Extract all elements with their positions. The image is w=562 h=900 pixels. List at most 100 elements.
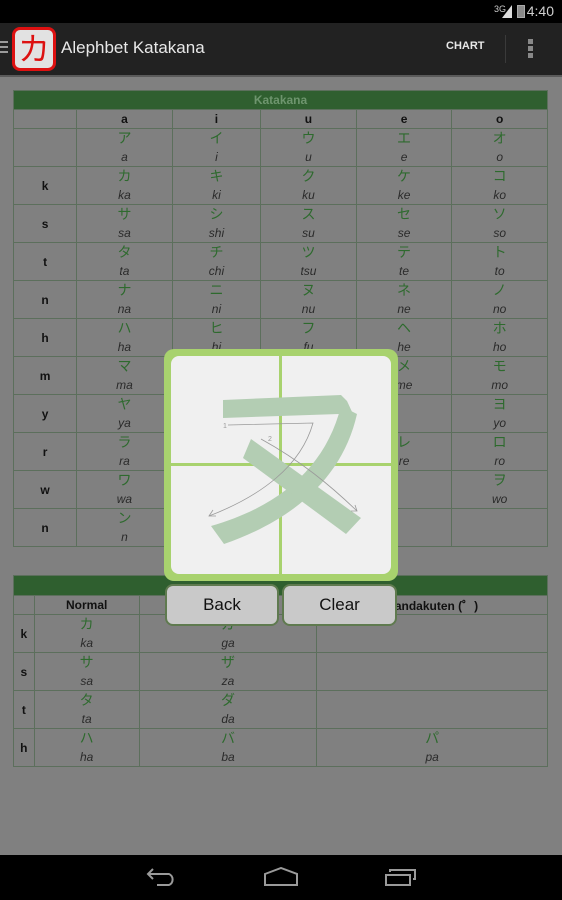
app-logo[interactable]: カ bbox=[12, 27, 56, 71]
kana-cell[interactable]: カ ka bbox=[76, 166, 173, 205]
table-row: t タ ta ダ da bbox=[13, 690, 548, 729]
table-row: t タ ta チ chi ツ tsu テ te ト to bbox=[12, 242, 548, 281]
table-row: h ハ ha バ ba パ pa bbox=[13, 728, 548, 767]
kana-cell[interactable]: コ ko bbox=[451, 166, 548, 205]
chart-button[interactable]: CHART bbox=[446, 40, 485, 52]
romaji-label: wo bbox=[492, 491, 508, 506]
kana-cell[interactable]: タ ta bbox=[76, 242, 173, 281]
kana-cell[interactable]: ワ wa bbox=[76, 470, 173, 509]
empty-cell bbox=[451, 508, 548, 547]
kana-cell[interactable]: アa bbox=[76, 128, 173, 167]
kana-cell[interactable]: シ shi bbox=[171, 204, 262, 243]
kana-cell[interactable]: ヌ nu bbox=[260, 280, 357, 319]
kana-cell[interactable]: ニ ni bbox=[171, 280, 262, 319]
romaji-label: ga bbox=[221, 635, 235, 650]
kana-cell[interactable]: ザ za bbox=[138, 652, 318, 691]
kana-glyph: ハ bbox=[117, 320, 132, 337]
kana-cell[interactable]: ナ na bbox=[76, 280, 173, 319]
kana-glyph: フ bbox=[301, 320, 316, 337]
kana-cell[interactable]: ス su bbox=[260, 204, 357, 243]
recents-icon[interactable] bbox=[384, 867, 418, 887]
kana-cell[interactable]: オo bbox=[451, 128, 548, 167]
kana-glyph: オ bbox=[492, 130, 507, 147]
kana-cell[interactable]: サ sa bbox=[33, 652, 140, 691]
kana-glyph: タ bbox=[117, 244, 132, 261]
row-header: s bbox=[12, 204, 78, 243]
kana-cell[interactable]: ロ ro bbox=[451, 432, 548, 471]
kana-cell[interactable]: ラ ra bbox=[76, 432, 173, 471]
home-icon[interactable] bbox=[263, 867, 299, 887]
kana-glyph: ニ bbox=[209, 282, 224, 299]
romaji-label: nu bbox=[301, 301, 316, 316]
kana-cell[interactable]: ト to bbox=[451, 242, 548, 281]
kana-cell[interactable]: バ ba bbox=[138, 728, 318, 767]
kana-cell[interactable]: ソ so bbox=[451, 204, 548, 243]
kana-cell[interactable]: ノ no bbox=[451, 280, 548, 319]
table-row: s サ sa ザ za bbox=[13, 652, 548, 691]
column-header bbox=[13, 595, 35, 615]
kana-glyph: イ bbox=[209, 130, 224, 147]
clear-button[interactable]: Clear bbox=[282, 584, 397, 626]
back-button[interactable]: Back bbox=[165, 584, 279, 626]
romaji-label: su bbox=[302, 225, 315, 240]
kana-glyph: ヲ bbox=[492, 472, 507, 489]
row-header: h bbox=[12, 318, 78, 357]
empty-cell bbox=[316, 690, 548, 729]
kana-glyph: カ bbox=[117, 168, 132, 185]
kana-cell[interactable]: モ mo bbox=[451, 356, 548, 395]
kana-cell[interactable]: ウu bbox=[260, 128, 357, 167]
kana-cell[interactable]: キ ki bbox=[171, 166, 262, 205]
romaji-label: no bbox=[492, 301, 507, 316]
kana-cell[interactable]: パ pa bbox=[316, 728, 548, 767]
kana-glyph: ス bbox=[301, 206, 316, 223]
overflow-menu-icon[interactable] bbox=[528, 39, 534, 59]
kana-glyph: ア bbox=[117, 130, 132, 147]
row-header: n bbox=[12, 280, 78, 319]
kana-cell[interactable]: ダ da bbox=[138, 690, 318, 729]
kana-cell[interactable]: ンn bbox=[76, 508, 173, 547]
row-header: w bbox=[12, 470, 78, 509]
kana-cell[interactable]: ヨ yo bbox=[451, 394, 548, 433]
table-title: Katakana bbox=[13, 90, 548, 110]
kana-cell[interactable]: イi bbox=[171, 128, 262, 167]
kana-glyph: ソ bbox=[492, 206, 507, 223]
romaji-label: e bbox=[400, 149, 408, 164]
table-row: アaイiウuエeオo bbox=[12, 128, 548, 167]
drawing-canvas[interactable]: 1 2 bbox=[171, 356, 391, 574]
kana-cell[interactable]: ハ ha bbox=[76, 318, 173, 357]
romaji-label: te bbox=[399, 263, 410, 278]
romaji-label: tsu bbox=[300, 263, 317, 278]
table-row: k カ ka キ ki ク ku ケ ke コ ko bbox=[12, 166, 548, 205]
kana-cell[interactable]: ツ tsu bbox=[260, 242, 357, 281]
row-header: r bbox=[12, 432, 78, 471]
kana-cell[interactable]: カ ka bbox=[33, 614, 140, 653]
kana-cell[interactable]: ヲ wo bbox=[451, 470, 548, 509]
kana-glyph: タ bbox=[79, 692, 94, 709]
kana-cell[interactable]: タ ta bbox=[33, 690, 140, 729]
kana-cell[interactable]: ヤ ya bbox=[76, 394, 173, 433]
kana-cell[interactable]: チ chi bbox=[171, 242, 262, 281]
kana-cell[interactable]: ケ ke bbox=[355, 166, 453, 205]
row-header: n bbox=[12, 508, 78, 547]
kana-cell[interactable]: ネ ne bbox=[355, 280, 453, 319]
drawer-menu-icon[interactable] bbox=[0, 41, 8, 57]
kana-cell[interactable]: テ te bbox=[355, 242, 453, 281]
kana-cell[interactable]: ハ ha bbox=[33, 728, 140, 767]
romaji-label: to bbox=[494, 263, 505, 278]
kana-cell[interactable]: サ sa bbox=[76, 204, 173, 243]
kana-glyph: パ bbox=[425, 730, 440, 747]
signal-icon bbox=[502, 5, 512, 18]
romaji-label: ho bbox=[492, 339, 507, 354]
kana-cell[interactable]: ホ ho bbox=[451, 318, 548, 357]
kana-glyph: ケ bbox=[397, 168, 412, 185]
kana-cell[interactable]: マ ma bbox=[76, 356, 173, 395]
stroke-number-1: 1 bbox=[223, 423, 227, 430]
kana-cell[interactable]: ク ku bbox=[260, 166, 357, 205]
dakuten-table: NormalDakuten (゛)Handakuten (゜) kカkaガgas… bbox=[13, 575, 548, 767]
romaji-label: ko bbox=[493, 187, 507, 202]
back-icon[interactable] bbox=[145, 867, 179, 887]
kana-glyph: ヨ bbox=[492, 396, 507, 413]
kana-cell[interactable]: セ se bbox=[355, 204, 453, 243]
kana-cell[interactable]: エe bbox=[355, 128, 453, 167]
stroke-practice-dialog: 1 2 bbox=[164, 349, 398, 581]
